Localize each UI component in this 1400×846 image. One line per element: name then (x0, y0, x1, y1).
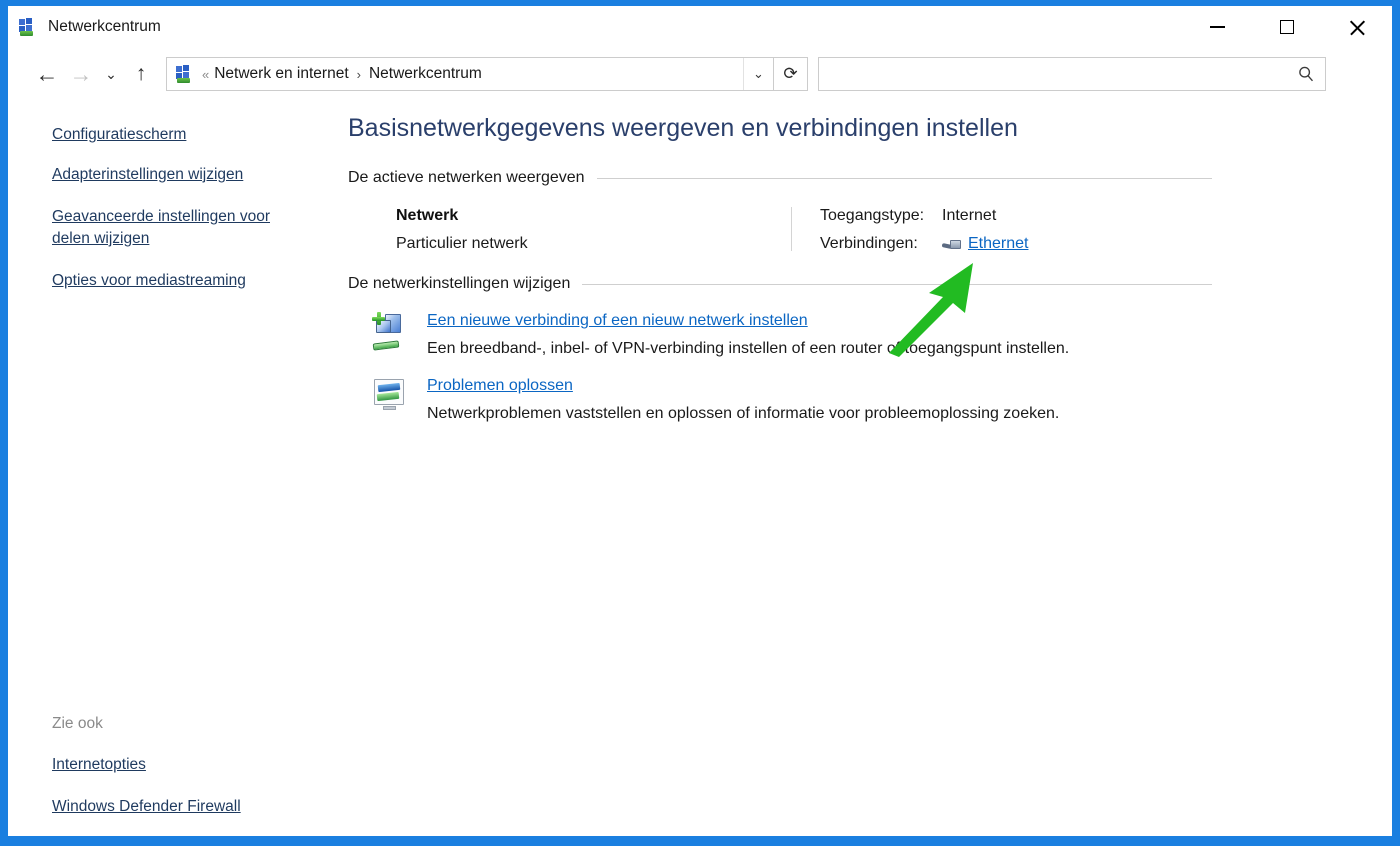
search-icon (1299, 66, 1313, 82)
forward-button[interactable]: → (64, 57, 98, 91)
window-title: Netwerkcentrum (48, 18, 161, 35)
ethernet-connection-link[interactable]: Ethernet (968, 235, 1028, 253)
change-settings-list: Een nieuwe verbinding of een nieuw netwe… (338, 311, 1392, 423)
back-button[interactable]: ← (30, 57, 64, 91)
sidebar-link-adapterinstellingen-wijzigen[interactable]: Adapterinstellingen wijzigen (8, 164, 308, 186)
sidebar-link-windows-defender-firewall[interactable]: Windows Defender Firewall (8, 796, 308, 818)
setting-text: Een nieuwe verbinding of een nieuw netwe… (427, 311, 1069, 358)
new-connection-icon (371, 311, 411, 351)
active-network-identity: Netwerk Particulier netwerk (396, 205, 791, 253)
see-also-section: Zie ook Internetopties Windows Defender … (8, 715, 338, 818)
troubleshoot-icon (371, 376, 411, 416)
link-set-up-new-connection[interactable]: Een nieuwe verbinding of een nieuw netwe… (427, 312, 1069, 330)
search-box[interactable] (818, 57, 1326, 91)
link-troubleshoot[interactable]: Problemen oplossen (427, 377, 1059, 395)
active-networks-section-header: De actieve netwerken weergeven (338, 169, 1392, 187)
close-icon (1349, 19, 1366, 36)
sidebar-link-geavanceerde-instellingen-voor-delen-wijzigen[interactable]: Geavanceerde instellingen voor delen wij… (8, 206, 308, 250)
network-name: Netwerk (396, 207, 459, 224)
sidebar-link-configuratiescherm[interactable]: Configuratiescherm (8, 124, 308, 146)
window-controls (1182, 6, 1392, 48)
breadcrumb-item-netwerk-en-internet[interactable]: Netwerk en internet (214, 65, 348, 83)
content-area: Configuratiescherm Adapterinstellingen w… (8, 100, 1392, 836)
close-button[interactable] (1322, 6, 1392, 48)
chevron-down-icon: ⌄ (753, 66, 764, 81)
maximize-button[interactable] (1252, 6, 1322, 48)
sidebar-link-opties-voor-mediastreaming[interactable]: Opties voor mediastreaming (8, 270, 308, 292)
setting-item-new-connection[interactable]: Een nieuwe verbinding of een nieuw netwe… (348, 311, 1392, 358)
navigation-bar: ← → ⌄ ↑ « Netwerk en internet › Netwerkc… (8, 48, 1392, 100)
address-bar[interactable]: « Netwerk en internet › Netwerkcentrum ⌄ (166, 57, 774, 91)
connections-label: Verbindingen: (820, 235, 918, 252)
up-one-level-button[interactable]: ↑ (124, 57, 158, 91)
window-body: Netwerkcentrum ← → ⌄ ↑ « Netwerk en inte… (8, 6, 1392, 836)
breadcrumb-network-icon (175, 64, 195, 84)
refresh-icon: ⟳ (783, 64, 798, 83)
up-arrow-icon: ↑ (135, 62, 147, 85)
section-divider (596, 177, 1212, 179)
window-frame: Netwerkcentrum ← → ⌄ ↑ « Netwerk en inte… (0, 0, 1400, 846)
active-networks-title: De actieve netwerken weergeven (348, 169, 585, 186)
breadcrumb-separator: › (356, 66, 361, 82)
minimize-icon (1209, 26, 1225, 28)
back-arrow-icon: ← (35, 60, 59, 87)
active-network-entry: Netwerk Particulier netwerk Toegangstype… (338, 205, 1392, 253)
see-also-label: Zie ook (52, 715, 103, 732)
forward-arrow-icon: → (69, 60, 93, 87)
refresh-button[interactable]: ⟳ (774, 57, 808, 91)
description-troubleshoot: Netwerkproblemen vaststellen en oplossen… (427, 405, 1060, 422)
network-center-icon (18, 17, 38, 37)
title-bar-left: Netwerkcentrum (8, 17, 161, 37)
vertical-divider (791, 207, 792, 251)
network-type: Particulier netwerk (396, 235, 528, 252)
change-settings-section-header: De netwerkinstellingen wijzigen (338, 275, 1392, 293)
search-input[interactable] (829, 66, 1297, 82)
sidebar-link-internetopties[interactable]: Internetopties (8, 754, 308, 776)
description-set-up-new-connection: Een breedband-, inbel- of VPN-verbinding… (427, 340, 1070, 357)
main-panel: Basisnetwerkgegevens weergeven en verbin… (338, 100, 1392, 836)
chevron-down-icon: ⌄ (105, 65, 117, 82)
active-network-details: Toegangstype: Internet Verbindingen: Eth… (820, 205, 1028, 253)
detail-row-access-type: Toegangstype: Internet (820, 207, 1028, 225)
breadcrumb-item-netwerkcentrum[interactable]: Netwerkcentrum (369, 65, 482, 83)
breadcrumb-lead-separator: « (202, 66, 210, 82)
page-title: Basisnetwerkgegevens weergeven en verbin… (348, 114, 1018, 142)
maximize-icon (1280, 20, 1294, 34)
ethernet-icon (941, 238, 961, 251)
setting-item-troubleshoot[interactable]: Problemen oplossen Netwerkproblemen vast… (348, 376, 1392, 423)
access-type-label: Toegangstype: (820, 207, 925, 224)
change-settings-title: De netwerkinstellingen wijzigen (348, 275, 571, 292)
title-bar: Netwerkcentrum (8, 6, 1392, 48)
access-type-value: Internet (942, 207, 997, 224)
address-dropdown-button[interactable]: ⌄ (743, 58, 773, 90)
section-divider (582, 283, 1212, 285)
detail-row-connections: Verbindingen: Ethernet (820, 235, 1028, 253)
minimize-button[interactable] (1182, 6, 1252, 48)
recent-locations-button[interactable]: ⌄ (98, 57, 124, 91)
setting-text: Problemen oplossen Netwerkproblemen vast… (427, 376, 1059, 423)
sidebar: Configuratiescherm Adapterinstellingen w… (8, 100, 338, 836)
